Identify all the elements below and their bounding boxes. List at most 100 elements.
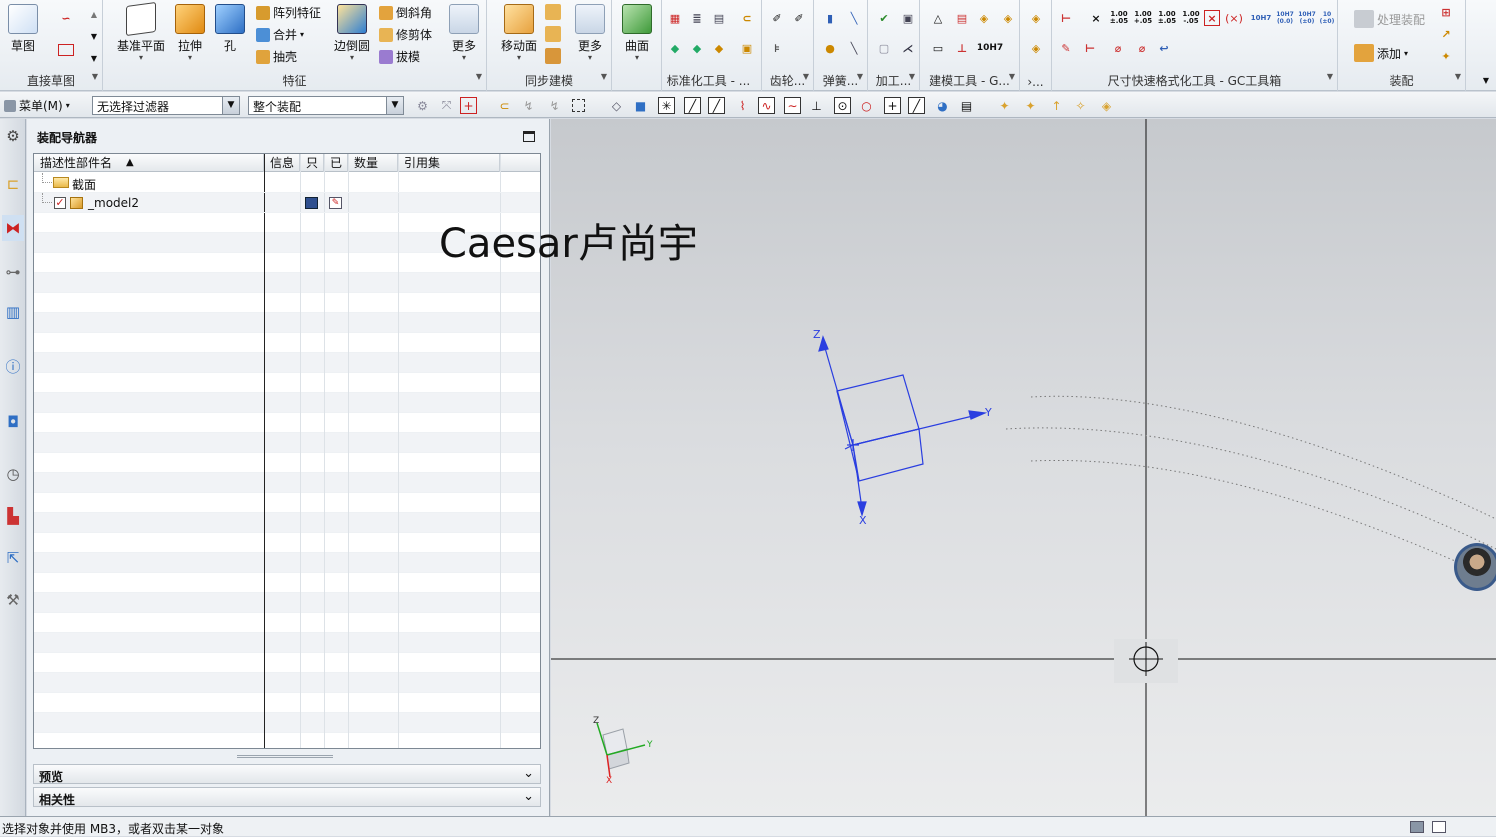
column-header-readonly[interactable]: 只 <box>300 154 324 172</box>
diameter-icon-1[interactable]: ⌀ <box>1110 40 1126 56</box>
snap-icon-8[interactable]: ⊙ <box>834 97 851 114</box>
dim-label-6[interactable]: 10H7 (0.0) <box>1274 10 1296 26</box>
snap-icon-3[interactable]: ╱ <box>708 97 725 114</box>
asm-icon-5[interactable]: ◈ <box>1098 97 1115 114</box>
asm-icon-4[interactable]: ✧ <box>1072 97 1089 114</box>
dim-icon-3[interactable]: ⊢ <box>1082 40 1098 56</box>
pattern-feature-button[interactable]: 阵列特征 <box>256 4 321 21</box>
asm-icon-3[interactable]: ↑ <box>1048 97 1065 114</box>
chevron-down-icon[interactable]: ⌄ <box>523 789 534 804</box>
undo-arrow-icon[interactable]: ↩ <box>1156 40 1172 56</box>
sync-more-button[interactable]: 更多 ▾ <box>571 4 609 62</box>
dropdown-icon[interactable]: ▼ <box>476 72 482 81</box>
paren-x-icon[interactable]: (×) <box>1225 10 1243 26</box>
spring-icon-3[interactable]: ● <box>822 40 838 56</box>
snap-icon-7[interactable]: ⊥ <box>808 97 825 114</box>
snap-icon-1[interactable]: ✳ <box>658 97 675 114</box>
select-icon-1[interactable]: ⊂ <box>496 97 513 114</box>
dropdown-icon[interactable]: ▼ <box>803 72 809 81</box>
machine-icon-2[interactable]: ▢ <box>876 40 892 56</box>
web-browser-icon[interactable]: ⓘ <box>2 353 24 379</box>
assembly-side-icon-1[interactable]: ⊞ <box>1438 4 1454 20</box>
dim-edit-icon[interactable]: ✎ <box>1058 40 1074 56</box>
select-icon-3[interactable]: ↯ <box>546 97 563 114</box>
scroll-down-icon[interactable]: ▼ <box>86 28 102 44</box>
chamfer-button[interactable]: 倒斜角 <box>379 4 432 21</box>
column-header-name[interactable]: 描述性部件名 ▲ <box>34 154 264 172</box>
surface-button[interactable]: 曲面 ▾ <box>618 4 656 62</box>
model-icon-1[interactable]: ▤ <box>954 10 970 26</box>
gear-tool-icon-3[interactable]: ⊧ <box>769 40 785 56</box>
tool-icon-1[interactable]: ▦ <box>667 10 683 26</box>
column-header-quantity[interactable]: 数量 <box>348 154 398 172</box>
part-navigator-icon[interactable]: ⊏ <box>2 171 24 197</box>
box-x-icon[interactable]: × <box>1204 10 1220 26</box>
gear-tool-icon-1[interactable]: ✐ <box>769 10 785 26</box>
spring-icon-4[interactable]: ╲ <box>846 40 862 56</box>
move-face-button[interactable]: 移动面 ▾ <box>497 4 541 62</box>
tool-icon-3[interactable]: ▤ <box>711 10 727 26</box>
chevron-down-icon[interactable]: ▼ <box>386 97 403 114</box>
dim-label-4[interactable]: 1.00 -.05 <box>1180 10 1202 26</box>
expand-icon[interactable]: ▼ <box>86 50 102 66</box>
model-icon-5[interactable]: ⊥ <box>954 40 970 56</box>
save-icon[interactable] <box>305 197 318 209</box>
feature-more-button[interactable]: 更多 ▾ <box>445 4 483 62</box>
rect-select-icon[interactable] <box>572 99 585 112</box>
splitter-handle[interactable] <box>237 755 333 758</box>
dropdown-icon[interactable]: ▼ <box>601 72 607 81</box>
snap-icon-5[interactable]: ∿ <box>758 97 775 114</box>
preview-section[interactable]: 预览 ⌄ <box>33 764 541 784</box>
column-header-info[interactable]: 信息 <box>264 154 300 172</box>
select-icon-5[interactable]: ■ <box>632 97 649 114</box>
draft-button[interactable]: 拔模 <box>379 48 420 65</box>
tree-row-section[interactable]: 截面 <box>34 173 540 193</box>
dropdown-icon[interactable]: ▼ <box>909 72 915 81</box>
machine-icon-1[interactable]: ▣ <box>900 10 916 26</box>
dim-icon-1[interactable]: ⊢ <box>1058 10 1074 26</box>
spring-icon-2[interactable]: ╲ <box>846 10 862 26</box>
sync-icon-3[interactable] <box>545 48 561 64</box>
dim-label-8[interactable]: 10 (±0) <box>1318 10 1336 26</box>
snap-icon-4[interactable]: ⌇ <box>734 97 751 114</box>
asm-icon-2[interactable]: ✦ <box>1022 97 1039 114</box>
dropdown-icon[interactable]: ▼ <box>1327 72 1333 81</box>
overflow-icon-1[interactable]: ◈ <box>1028 10 1044 26</box>
datum-plane-button[interactable]: 基准平面 ▾ <box>115 1 167 62</box>
status-icon-1[interactable] <box>1410 821 1424 833</box>
diameter-icon-2[interactable]: ⌀ <box>1134 40 1150 56</box>
dim-label-3[interactable]: 1.00 ±.05 <box>1156 10 1178 26</box>
shell-button[interactable]: 抽壳 <box>256 48 297 65</box>
constraint-navigator-icon[interactable]: ⊶ <box>2 259 24 285</box>
menu-button[interactable]: 菜单(M) ▾ <box>4 97 70 114</box>
selection-filter-select[interactable]: 无选择过滤器 ▼ <box>92 96 240 115</box>
chevron-down-icon[interactable]: ▼ <box>222 97 239 114</box>
dim-icon-2[interactable]: × <box>1088 10 1104 26</box>
extrude-button[interactable]: 拉伸 ▾ <box>173 4 207 62</box>
dim-label-2[interactable]: 1.00 +.05 <box>1132 10 1154 26</box>
settings-gear-icon[interactable]: ⚙ <box>2 123 24 149</box>
filter-icon-1[interactable]: ⚙ <box>414 97 431 114</box>
trim-body-button[interactable]: 修剪体 <box>379 26 432 43</box>
select-icon-2[interactable]: ↯ <box>520 97 537 114</box>
snap-icon-10[interactable]: + <box>884 97 901 114</box>
maximize-icon[interactable] <box>523 131 535 142</box>
dropdown-icon[interactable]: ▼ <box>92 72 98 81</box>
tool-icon-4[interactable]: ⊂ <box>739 10 755 26</box>
rectangle-icon[interactable] <box>58 44 74 56</box>
sync-icon-2[interactable] <box>545 26 561 42</box>
hole-button[interactable]: 孔 <box>213 4 247 54</box>
filter-icon-2[interactable]: ⤧ <box>438 97 455 114</box>
add-component-button[interactable]: 添加 ▾ <box>1354 44 1408 62</box>
spring-icon-1[interactable]: ▮ <box>822 10 838 26</box>
tool-icon-7[interactable]: ◆ <box>711 40 727 56</box>
sketch-button[interactable]: 草图 <box>4 4 42 54</box>
model-icon-6[interactable]: 10H7 <box>977 40 1003 56</box>
snap-icon-9[interactable]: ○ <box>858 97 875 114</box>
snap-icon-11[interactable]: ╱ <box>908 97 925 114</box>
ribbon-expand-icon[interactable]: ▼ <box>1478 72 1494 88</box>
system-scene-icon[interactable]: ⚒ <box>2 587 24 613</box>
chevron-down-icon[interactable]: ⌄ <box>523 766 534 781</box>
dim-label-7[interactable]: 10H7 (±0) <box>1296 10 1318 26</box>
scroll-up-icon[interactable]: ▲ <box>86 6 102 22</box>
